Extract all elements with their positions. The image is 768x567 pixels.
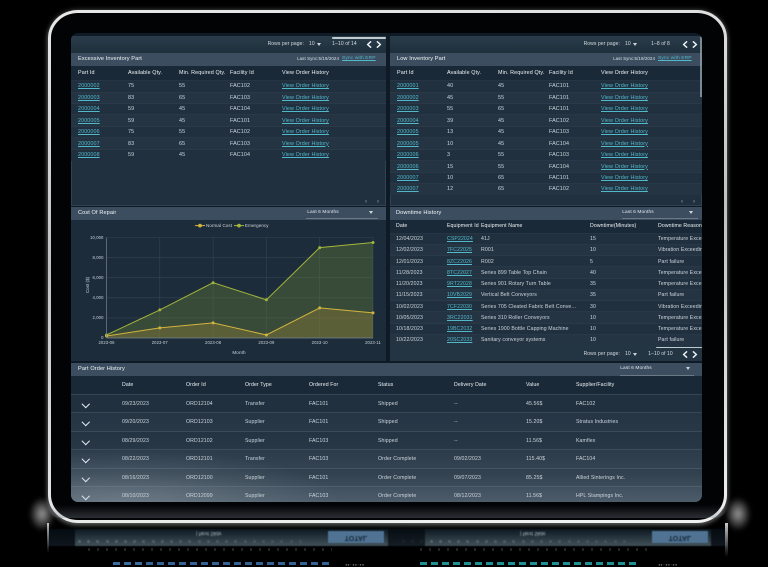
svg-text:Cost ($): Cost ($) — [85, 276, 90, 293]
